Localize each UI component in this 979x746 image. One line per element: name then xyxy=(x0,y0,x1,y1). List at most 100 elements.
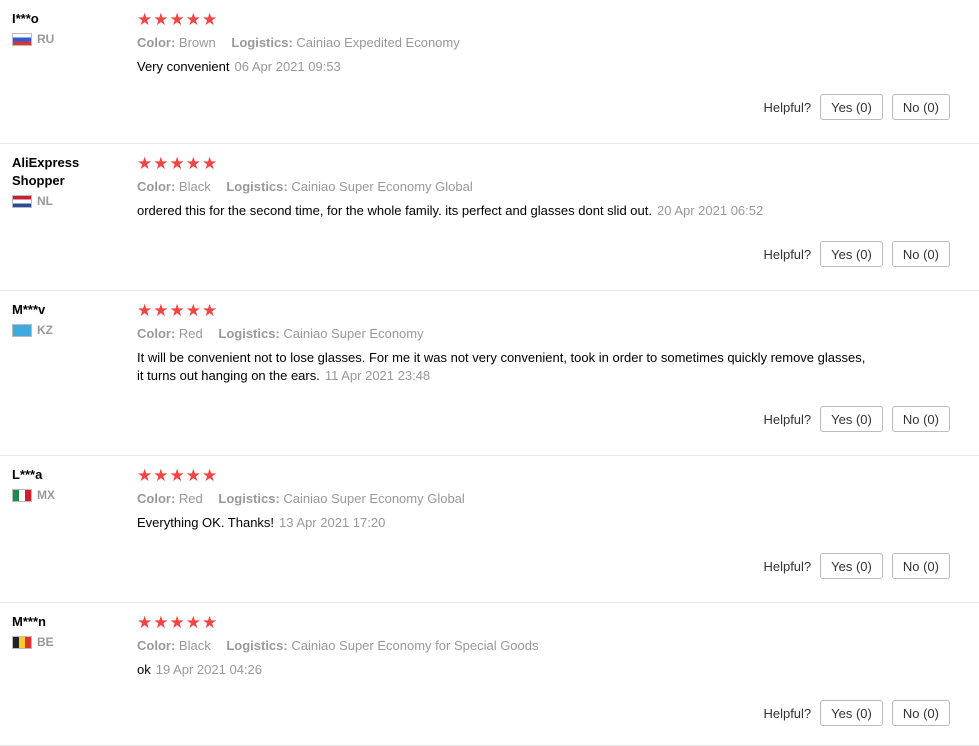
review-text-block: ordered this for the second time, for th… xyxy=(137,202,867,220)
helpful-no-button[interactable]: No (0) xyxy=(891,553,950,579)
star-rating: ★★★★★ xyxy=(137,613,219,632)
color-value: Red xyxy=(178,326,203,341)
helpful-yes-button[interactable]: Yes (0) xyxy=(820,94,883,120)
helpful-no-button[interactable]: No (0) xyxy=(891,700,950,726)
color-value: Black xyxy=(178,638,211,653)
helpful-vote: Helpful? Yes (0) No (0) xyxy=(763,553,950,579)
helpful-yes-button[interactable]: Yes (0) xyxy=(820,241,883,267)
review-date: 19 Apr 2021 04:26 xyxy=(155,662,262,677)
helpful-no-button[interactable]: No (0) xyxy=(891,241,950,267)
reviewer-info: I***o RU xyxy=(12,10,127,46)
review-list: I***o RU ★★★★★ Color: Brown Logistics: C… xyxy=(0,0,979,746)
review-item: M***n BE ★★★★★ Color: Black Logistics: C… xyxy=(0,603,979,746)
logistics-value: Cainiao Expedited Economy xyxy=(296,35,460,50)
country-flag-icon xyxy=(12,194,32,208)
reviewer-info: AliExpress Shopper NL xyxy=(12,154,127,208)
color-label: Color: xyxy=(137,35,176,50)
helpful-label: Helpful? xyxy=(763,246,812,262)
review-content: ★★★★★ Color: Red Logistics: Cainiao Supe… xyxy=(137,467,867,532)
helpful-vote: Helpful? Yes (0) No (0) xyxy=(763,241,950,267)
logistics-value: Cainiao Super Economy for Special Goods xyxy=(291,638,539,653)
logistics-value: Cainiao Super Economy Global xyxy=(291,179,473,194)
color-label: Color: xyxy=(137,638,176,653)
review-date: 06 Apr 2021 09:53 xyxy=(234,59,341,74)
review-text: Very convenient xyxy=(137,59,230,74)
helpful-label: Helpful? xyxy=(763,99,812,115)
color-value: Brown xyxy=(178,35,216,50)
color-value: Red xyxy=(178,491,203,506)
review-meta: Color: Black Logistics: Cainiao Super Ec… xyxy=(137,178,867,196)
review-text-block: Everything OK. Thanks! 13 Apr 2021 17:20 xyxy=(137,514,867,532)
reviewer-info: L***a MX xyxy=(12,466,127,502)
review-meta: Color: Black Logistics: Cainiao Super Ec… xyxy=(137,637,867,655)
reviewer-country: RU xyxy=(12,32,127,46)
review-meta: Color: Red Logistics: Cainiao Super Econ… xyxy=(137,325,867,343)
review-content: ★★★★★ Color: Brown Logistics: Cainiao Ex… xyxy=(137,11,867,76)
star-rating: ★★★★★ xyxy=(137,154,219,173)
reviewer-country: MX xyxy=(12,488,127,502)
review-text: ok xyxy=(137,662,151,677)
country-code: KZ xyxy=(37,323,53,337)
country-code: NL xyxy=(37,194,53,208)
reviewer-info: M***v KZ xyxy=(12,301,127,337)
review-item: I***o RU ★★★★★ Color: Brown Logistics: C… xyxy=(0,0,979,144)
color-value: Black xyxy=(178,179,211,194)
logistics-label: Logistics: xyxy=(226,179,288,194)
country-code: RU xyxy=(37,32,55,46)
review-item: L***a MX ★★★★★ Color: Red Logistics: Cai… xyxy=(0,456,979,603)
review-meta: Color: Brown Logistics: Cainiao Expedite… xyxy=(137,34,867,52)
helpful-label: Helpful? xyxy=(763,558,812,574)
country-flag-icon xyxy=(12,488,32,502)
star-rating: ★★★★★ xyxy=(137,10,219,29)
review-item: AliExpress Shopper NL ★★★★★ Color: Black… xyxy=(0,144,979,291)
reviewer-name: M***v xyxy=(12,302,46,317)
logistics-label: Logistics: xyxy=(218,491,280,506)
review-meta: Color: Red Logistics: Cainiao Super Econ… xyxy=(137,490,867,508)
review-content: ★★★★★ Color: Red Logistics: Cainiao Supe… xyxy=(137,302,867,385)
country-code: BE xyxy=(37,635,54,649)
review-content: ★★★★★ Color: Black Logistics: Cainiao Su… xyxy=(137,155,867,220)
reviewer-name: AliExpress Shopper xyxy=(12,155,80,188)
helpful-label: Helpful? xyxy=(763,705,812,721)
reviewer-country: BE xyxy=(12,635,127,649)
helpful-yes-button[interactable]: Yes (0) xyxy=(820,406,883,432)
review-item: M***v KZ ★★★★★ Color: Red Logistics: Cai… xyxy=(0,291,979,456)
review-content: ★★★★★ Color: Black Logistics: Cainiao Su… xyxy=(137,614,867,679)
review-text-block: Very convenient 06 Apr 2021 09:53 xyxy=(137,58,867,76)
logistics-value: Cainiao Super Economy xyxy=(283,326,424,341)
country-flag-icon xyxy=(12,323,32,337)
logistics-label: Logistics: xyxy=(231,35,293,50)
logistics-label: Logistics: xyxy=(218,326,280,341)
star-rating: ★★★★★ xyxy=(137,466,219,485)
country-flag-icon xyxy=(12,32,32,46)
reviewer-name: I***o xyxy=(12,11,39,26)
helpful-vote: Helpful? Yes (0) No (0) xyxy=(763,700,950,726)
helpful-yes-button[interactable]: Yes (0) xyxy=(820,553,883,579)
helpful-no-button[interactable]: No (0) xyxy=(891,406,950,432)
helpful-yes-button[interactable]: Yes (0) xyxy=(820,700,883,726)
logistics-label: Logistics: xyxy=(226,638,288,653)
helpful-vote: Helpful? Yes (0) No (0) xyxy=(763,406,950,432)
review-date: 20 Apr 2021 06:52 xyxy=(656,203,764,218)
color-label: Color: xyxy=(137,326,176,341)
review-text-block: It will be convenient not to lose glasse… xyxy=(137,349,867,385)
review-text: It will be convenient not to lose glasse… xyxy=(137,350,866,383)
helpful-label: Helpful? xyxy=(763,411,812,427)
review-text-block: ok 19 Apr 2021 04:26 xyxy=(137,661,867,679)
country-code: MX xyxy=(37,488,55,502)
reviewer-name: M***n xyxy=(12,614,46,629)
helpful-no-button[interactable]: No (0) xyxy=(891,94,950,120)
reviewer-country: KZ xyxy=(12,323,127,337)
reviewer-country: NL xyxy=(12,194,127,208)
logistics-value: Cainiao Super Economy Global xyxy=(283,491,465,506)
helpful-vote: Helpful? Yes (0) No (0) xyxy=(763,94,950,120)
star-rating: ★★★★★ xyxy=(137,301,219,320)
review-text: ordered this for the second time, for th… xyxy=(137,203,652,218)
reviewer-info: M***n BE xyxy=(12,613,127,649)
review-text: Everything OK. Thanks! xyxy=(137,515,275,530)
reviewer-name: L***a xyxy=(12,467,43,482)
color-label: Color: xyxy=(137,491,176,506)
review-date: 11 Apr 2021 23:48 xyxy=(324,368,431,383)
review-date: 13 Apr 2021 17:20 xyxy=(279,515,386,530)
country-flag-icon xyxy=(12,635,32,649)
